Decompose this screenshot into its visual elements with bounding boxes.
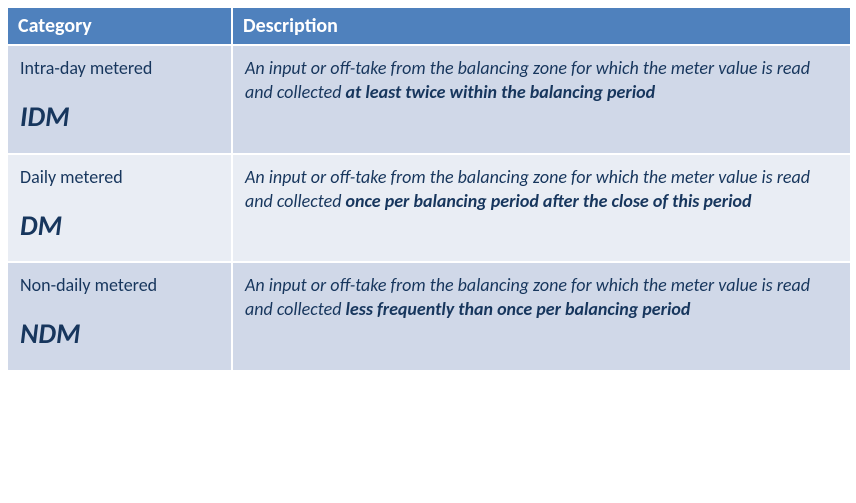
header-category: Category [7,7,232,45]
category-label: Daily metered [20,165,219,189]
spacer [245,322,838,356]
spacer [245,213,838,247]
description-cell: An input or off-take from the balancing … [232,154,851,263]
desc-bold: once per balancing period after the clos… [346,190,752,212]
description-text: An input or off-take from the balancing … [245,166,810,212]
category-abbr: IDM [20,98,219,136]
header-description: Description [232,7,851,45]
category-label: Non-daily metered [20,273,219,297]
description-cell: An input or off-take from the balancing … [232,262,851,371]
desc-bold: less frequently than once per balancing … [346,298,691,320]
category-abbr: DM [20,207,219,245]
spacer [245,105,838,139]
table-row: Daily metered DM An input or off-take fr… [7,154,851,263]
category-cell: Daily metered DM [7,154,232,263]
definition-table: Category Description Intra-day metered I… [6,6,852,372]
description-text: An input or off-take from the balancing … [245,274,810,320]
table-row: Intra-day metered IDM An input or off-ta… [7,45,851,154]
category-abbr: NDM [20,315,219,353]
category-label: Intra-day metered [20,56,219,80]
description-cell: An input or off-take from the balancing … [232,45,851,154]
table-header-row: Category Description [7,7,851,45]
category-cell: Non-daily metered NDM [7,262,232,371]
category-cell: Intra-day metered IDM [7,45,232,154]
desc-bold: at least twice within the balancing peri… [346,81,656,103]
table-row: Non-daily metered NDM An input or off-ta… [7,262,851,371]
description-text: An input or off-take from the balancing … [245,57,810,103]
